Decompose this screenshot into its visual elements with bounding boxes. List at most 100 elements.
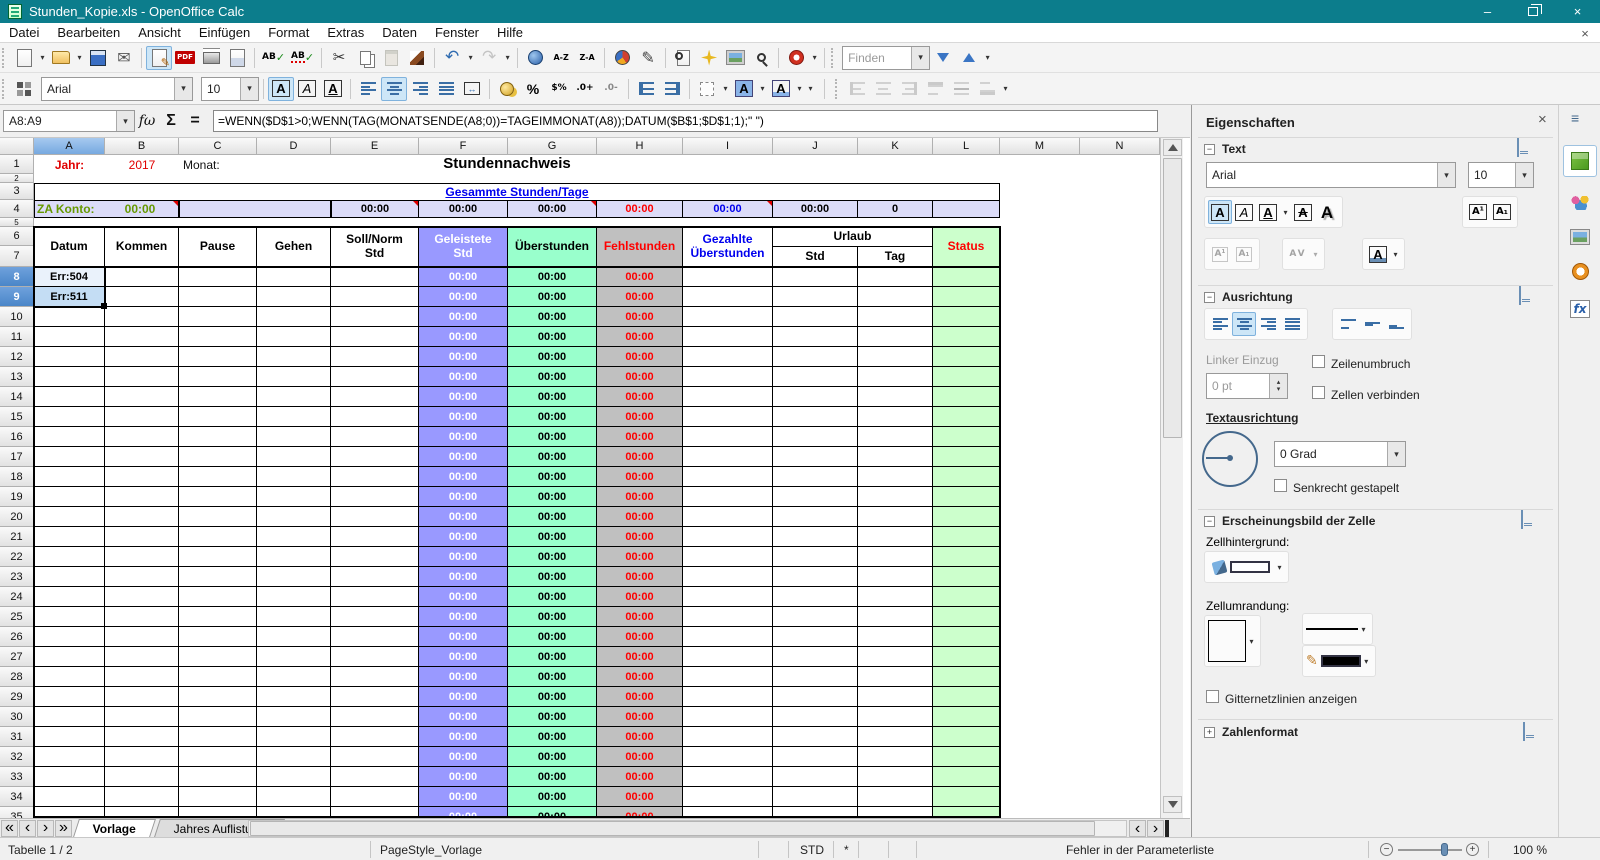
cell-J20[interactable]	[773, 507, 858, 527]
cell-B19[interactable]	[105, 487, 179, 507]
cell-B10[interactable]	[105, 307, 179, 327]
cell-G22[interactable]: 00:00	[508, 547, 597, 567]
menu-einfuegen[interactable]: Einfügen	[190, 23, 259, 43]
row-header-34[interactable]: 34	[0, 787, 34, 807]
sidebar-italic-button[interactable]: A	[1232, 200, 1256, 224]
column-header-D[interactable]: D	[257, 138, 331, 155]
cell-D21[interactable]	[257, 527, 331, 547]
cell-D10[interactable]	[257, 307, 331, 327]
scroll-right-button[interactable]: ›	[1147, 820, 1164, 837]
cell-B17[interactable]	[105, 447, 179, 467]
cell-I34[interactable]	[683, 787, 773, 807]
cell-J32[interactable]	[773, 747, 858, 767]
object-align-center-button[interactable]	[870, 77, 896, 101]
cell-G14[interactable]: 00:00	[508, 387, 597, 407]
font-name-combo[interactable]: Arial ▾	[41, 76, 193, 101]
cell-G33[interactable]: 00:00	[508, 767, 597, 787]
sidebar-underline-dropdown[interactable]: ▾	[1280, 200, 1291, 224]
cell-F18[interactable]: 00:00	[419, 467, 508, 487]
cell-F30[interactable]: 00:00	[419, 707, 508, 727]
vertical-scrollbar[interactable]	[1160, 138, 1183, 818]
close-button[interactable]: ×	[1555, 0, 1600, 23]
currency-format-button[interactable]	[494, 77, 520, 101]
row-header-2[interactable]: 2	[0, 174, 34, 183]
cell-F29[interactable]: 00:00	[419, 687, 508, 707]
cell-J8[interactable]	[773, 267, 858, 287]
cell-H32[interactable]: 00:00	[597, 747, 683, 767]
cell-C19[interactable]	[179, 487, 257, 507]
cell-I14[interactable]	[683, 387, 773, 407]
first-sheet-button[interactable]: «	[1, 819, 18, 837]
sheet-tab-vorlage[interactable]: Vorlage	[73, 819, 157, 837]
align-top-button[interactable]	[1336, 312, 1360, 336]
character-spacing-button[interactable]: AV	[1286, 242, 1310, 266]
help-button[interactable]	[783, 46, 809, 70]
cell-G15[interactable]: 00:00	[508, 407, 597, 427]
cell-G26[interactable]: 00:00	[508, 627, 597, 647]
indent-spin-buttons[interactable]: ▴ ▾	[1269, 374, 1287, 398]
cell-G30[interactable]: 00:00	[508, 707, 597, 727]
cell-A24[interactable]	[34, 587, 105, 607]
cell-A30[interactable]	[34, 707, 105, 727]
functions-tab[interactable]: fx	[1563, 293, 1597, 325]
scroll-down-button[interactable]	[1163, 796, 1182, 813]
spreadsheet-grid[interactable]: A B C D E F G H I J K L M N 1 2 3 4 5 6 7 8 9 10 11 12 13 14 15 16 17 1…	[0, 138, 1190, 818]
column-header-I[interactable]: I	[683, 138, 773, 155]
gallery-tab[interactable]	[1563, 221, 1597, 253]
export-pdf-button[interactable]: PDF	[172, 46, 198, 70]
cell-K28[interactable]	[858, 667, 933, 687]
sort-descending-button[interactable]: Z-A	[574, 46, 600, 70]
cell-G27[interactable]: 00:00	[508, 647, 597, 667]
row-header-19[interactable]: 19	[0, 487, 34, 507]
cell-H24[interactable]: 00:00	[597, 587, 683, 607]
alignment-section-launcher[interactable]	[1519, 286, 1521, 305]
cell-J29[interactable]	[773, 687, 858, 707]
increase-font-button[interactable]: A¹	[1466, 200, 1490, 224]
object-align-bottom-button[interactable]	[974, 77, 1000, 101]
cell-J30[interactable]	[773, 707, 858, 727]
decrease-font-button[interactable]: A₁	[1490, 200, 1514, 224]
row-header-7[interactable]: 7	[0, 246, 34, 267]
row-header-26[interactable]: 26	[0, 627, 34, 647]
cell-L13[interactable]	[933, 367, 1000, 387]
row-header-20[interactable]: 20	[0, 507, 34, 527]
cell-I26[interactable]	[683, 627, 773, 647]
cell-K21[interactable]	[858, 527, 933, 547]
cell-C33[interactable]	[179, 767, 257, 787]
cell-A34[interactable]	[34, 787, 105, 807]
cell-I35[interactable]	[683, 807, 773, 818]
menu-bearbeiten[interactable]: Bearbeiten	[48, 23, 129, 43]
cell-J25[interactable]	[773, 607, 858, 627]
row-header-30[interactable]: 30	[0, 707, 34, 727]
line-color-dropdown[interactable]: ▾	[1361, 649, 1372, 673]
cell-F14[interactable]: 00:00	[419, 387, 508, 407]
cell-B13[interactable]	[105, 367, 179, 387]
cell-K9[interactable]	[858, 287, 933, 307]
borders-button[interactable]	[694, 77, 720, 101]
cell-C8[interactable]	[179, 267, 257, 287]
cell-E24[interactable]	[331, 587, 419, 607]
cell-E34[interactable]	[331, 787, 419, 807]
cell-I22[interactable]	[683, 547, 773, 567]
header-fehlstunden[interactable]: Fehlstunden	[597, 227, 683, 267]
cell-C12[interactable]	[179, 347, 257, 367]
cell-H13[interactable]: 00:00	[597, 367, 683, 387]
cell-H35[interactable]: 00:00	[597, 807, 683, 818]
row-header-8[interactable]: 8	[0, 267, 34, 287]
row-header-17[interactable]: 17	[0, 447, 34, 467]
next-sheet-button[interactable]: ›	[37, 819, 54, 837]
cell-G31[interactable]: 00:00	[508, 727, 597, 747]
copy-button[interactable]	[352, 46, 378, 70]
cell-A8[interactable]: Err:504	[34, 267, 105, 287]
background-color-button[interactable]: A	[731, 77, 757, 101]
center-vertically-button[interactable]	[1360, 312, 1384, 336]
sidebar-font-size-dropdown[interactable]: ▾	[1515, 163, 1533, 187]
cell-I9[interactable]	[683, 287, 773, 307]
cell-I10[interactable]	[683, 307, 773, 327]
merge-cells-checkbox-box[interactable]	[1312, 386, 1325, 399]
font-size-combo[interactable]: 10 ▾	[201, 76, 259, 101]
cell-G34[interactable]: 00:00	[508, 787, 597, 807]
cell-L11[interactable]	[933, 327, 1000, 347]
cell-K30[interactable]	[858, 707, 933, 727]
cell-K19[interactable]	[858, 487, 933, 507]
